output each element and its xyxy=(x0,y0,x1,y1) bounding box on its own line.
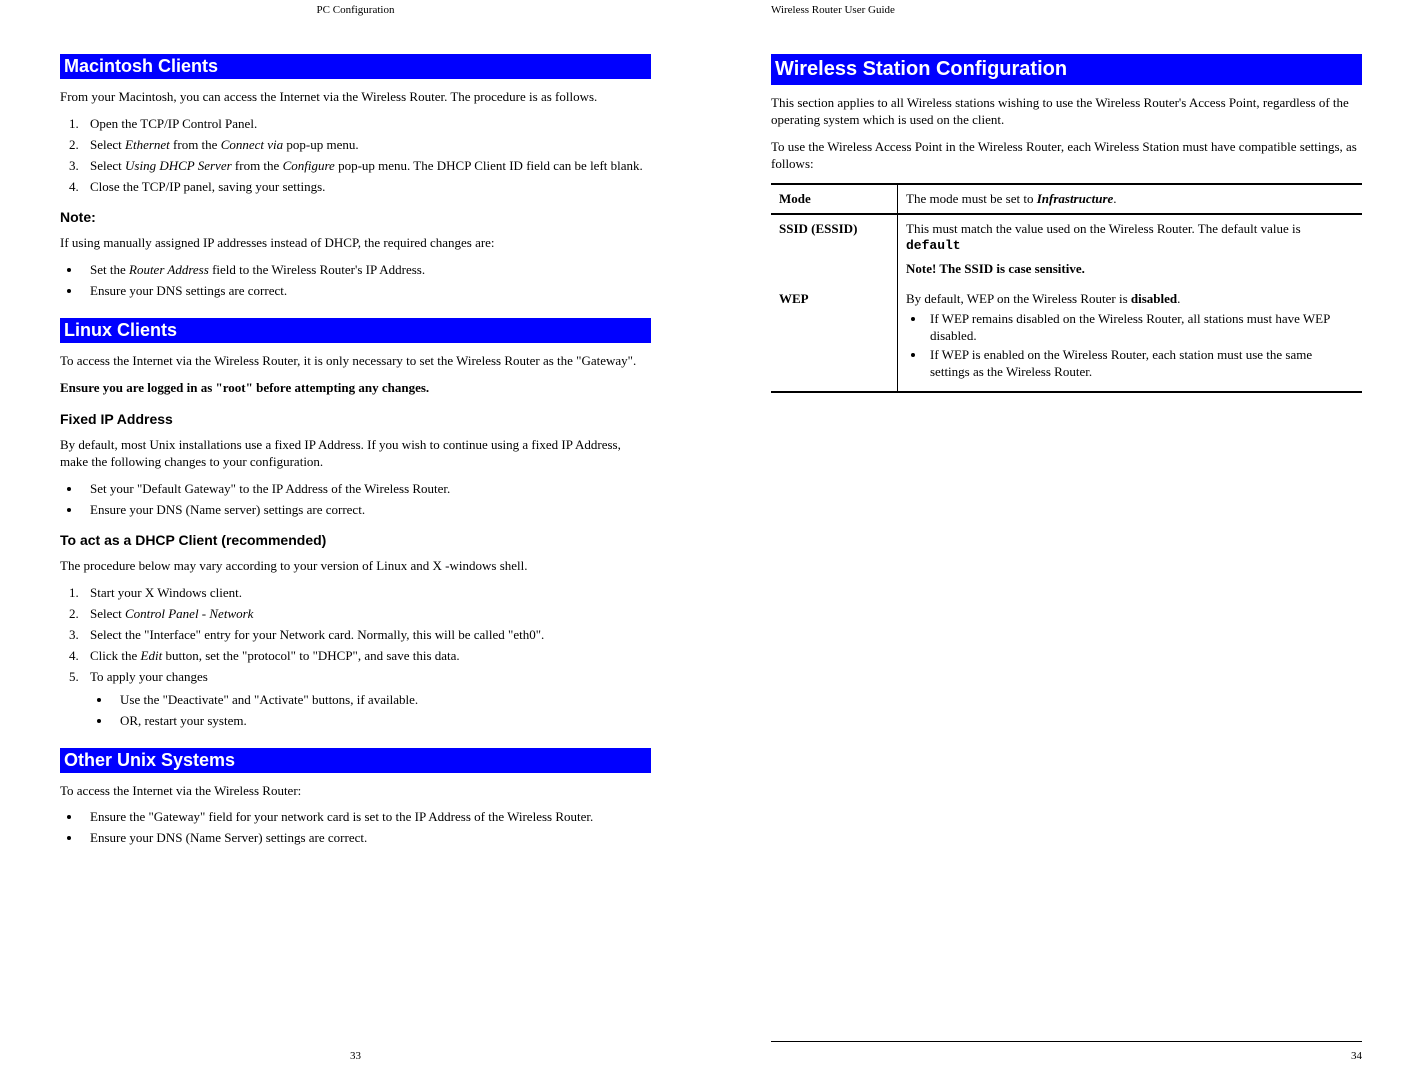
linux-dhcp-step-5: To apply your changes Use the "Deactivat… xyxy=(82,669,651,730)
heading-other-unix: Other Unix Systems xyxy=(60,748,651,773)
linux-intro: To access the Internet via the Wireless … xyxy=(60,353,651,370)
footer-rule-right xyxy=(771,1041,1362,1042)
table-row-mode: Mode The mode must be set to Infrastruct… xyxy=(771,184,1362,214)
wep-item-1: If WEP remains disabled on the Wireless … xyxy=(926,311,1354,345)
unix-item-2: Ensure your DNS (Name Server) settings a… xyxy=(82,830,651,847)
linux-dhcp-intro: The procedure below may vary according t… xyxy=(60,558,651,575)
page-number-right: 34 xyxy=(1351,1050,1362,1062)
cell-ssid-label: SSID (ESSID) xyxy=(771,214,898,286)
cell-wep-label: WEP xyxy=(771,285,898,392)
linux-warn: Ensure you are logged in as "root" befor… xyxy=(60,380,651,397)
linux-dhcp-steps: Start your X Windows client. Select Cont… xyxy=(60,585,651,729)
cell-ssid-value: This must match the value used on the Wi… xyxy=(898,214,1363,286)
linux-fixed-heading: Fixed IP Address xyxy=(60,411,651,427)
linux-fixed-intro: By default, most Unix installations use … xyxy=(60,437,651,471)
page-left: PC Configuration Macintosh Clients From … xyxy=(0,0,711,1070)
mac-note-item-2: Ensure your DNS settings are correct. xyxy=(82,283,651,300)
mac-note-list: Set the Router Address field to the Wire… xyxy=(60,262,651,300)
cell-mode-label: Mode xyxy=(771,184,898,214)
page-header-left: PC Configuration xyxy=(60,0,651,36)
wsc-p1: This section applies to all Wireless sta… xyxy=(771,95,1362,129)
linux-dhcp-heading: To act as a DHCP Client (recommended) xyxy=(60,532,651,548)
mac-note-heading: Note: xyxy=(60,209,651,225)
cell-wep-value: By default, WEP on the Wireless Router i… xyxy=(898,285,1363,392)
mac-step-2: Select Ethernet from the Connect via pop… xyxy=(82,137,651,154)
settings-table: Mode The mode must be set to Infrastruct… xyxy=(771,183,1362,393)
linux-dhcp-substeps: Use the "Deactivate" and "Activate" butt… xyxy=(90,692,651,730)
linux-fixed-item-1: Set your "Default Gateway" to the IP Add… xyxy=(82,481,651,498)
linux-dhcp-step-3: Select the "Interface" entry for your Ne… xyxy=(82,627,651,644)
mac-step-4: Close the TCP/IP panel, saving your sett… xyxy=(82,179,651,196)
linux-dhcp-substep-2: OR, restart your system. xyxy=(112,713,651,730)
heading-macintosh-clients: Macintosh Clients xyxy=(60,54,651,79)
mac-step-3: Select Using DHCP Server from the Config… xyxy=(82,158,651,175)
linux-dhcp-step-2: Select Control Panel - Network xyxy=(82,606,651,623)
unix-intro: To access the Internet via the Wireless … xyxy=(60,783,651,800)
linux-dhcp-substep-1: Use the "Deactivate" and "Activate" butt… xyxy=(112,692,651,709)
heading-linux-clients: Linux Clients xyxy=(60,318,651,343)
mac-steps: Open the TCP/IP Control Panel. Select Et… xyxy=(60,116,651,196)
unix-list: Ensure the "Gateway" field for your netw… xyxy=(60,809,651,847)
mac-step-1: Open the TCP/IP Control Panel. xyxy=(82,116,651,133)
page-right: Wireless Router User Guide Wireless Stat… xyxy=(711,0,1422,1070)
cell-mode-value: The mode must be set to Infrastructure. xyxy=(898,184,1363,214)
table-row-wep: WEP By default, WEP on the Wireless Rout… xyxy=(771,285,1362,392)
page-header-right: Wireless Router User Guide xyxy=(771,0,1362,36)
mac-note-item-1: Set the Router Address field to the Wire… xyxy=(82,262,651,279)
mac-intro: From your Macintosh, you can access the … xyxy=(60,89,651,106)
wep-list: If WEP remains disabled on the Wireless … xyxy=(906,311,1354,381)
wep-item-2: If WEP is enabled on the Wireless Router… xyxy=(926,347,1354,381)
heading-wireless-station-config: Wireless Station Configuration xyxy=(771,54,1362,85)
table-row-ssid: SSID (ESSID) This must match the value u… xyxy=(771,214,1362,286)
mac-note-intro: If using manually assigned IP addresses … xyxy=(60,235,651,252)
unix-item-1: Ensure the "Gateway" field for your netw… xyxy=(82,809,651,826)
linux-dhcp-step-1: Start your X Windows client. xyxy=(82,585,651,602)
page-number-left: 33 xyxy=(350,1050,361,1062)
wsc-p2: To use the Wireless Access Point in the … xyxy=(771,139,1362,173)
linux-dhcp-step-4: Click the Edit button, set the "protocol… xyxy=(82,648,651,665)
linux-fixed-item-2: Ensure your DNS (Name server) settings a… xyxy=(82,502,651,519)
linux-fixed-list: Set your "Default Gateway" to the IP Add… xyxy=(60,481,651,519)
